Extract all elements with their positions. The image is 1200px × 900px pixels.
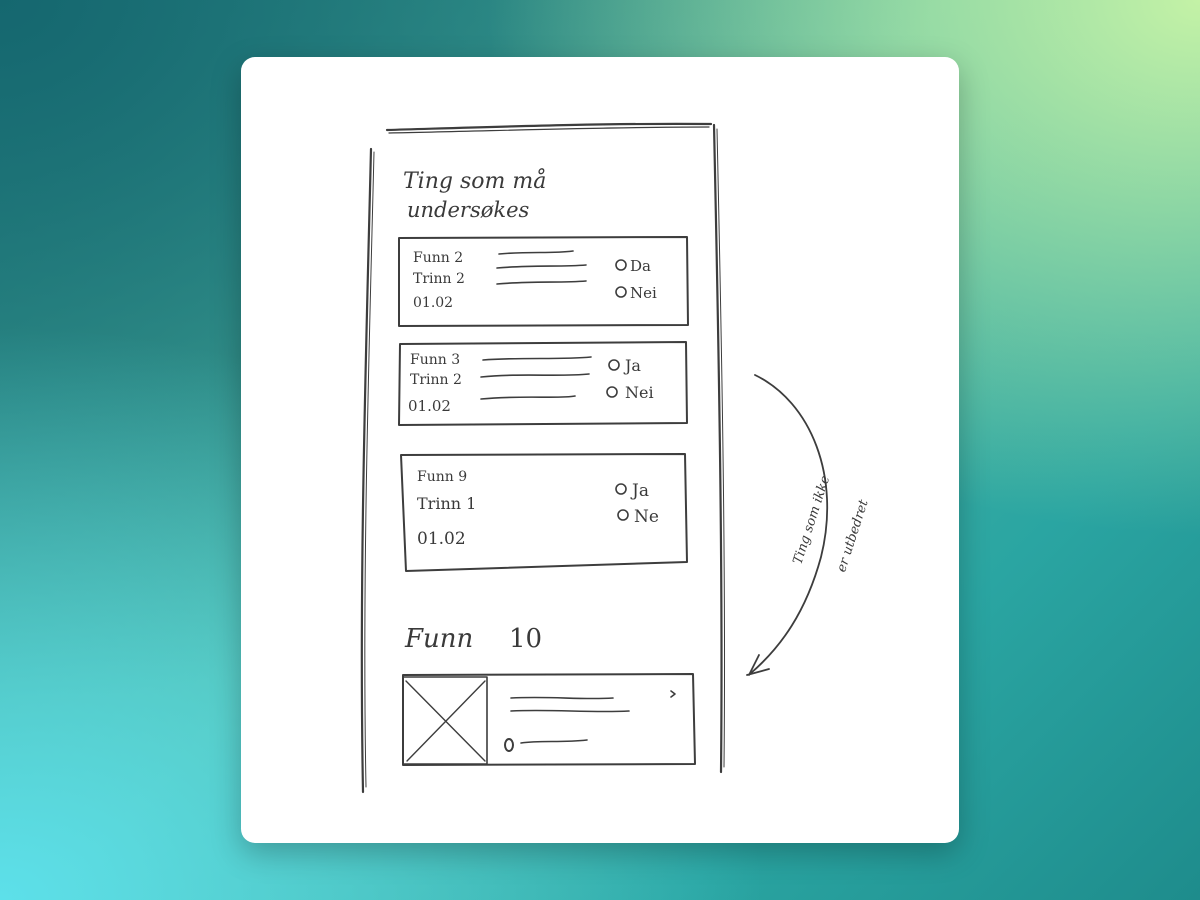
radio-yes-label: Da — [630, 257, 651, 275]
card-step: Trinn 2 — [413, 271, 465, 287]
heading-line2: undersøkes — [407, 198, 530, 222]
radio-no[interactable] — [617, 509, 629, 521]
card-date: 01.02 — [413, 295, 453, 311]
radio-yes[interactable] — [615, 259, 627, 271]
text-placeholder-lines — [496, 250, 587, 285]
wireframe-sketch: Ting som må undersøkes Funn 2 Trinn 2 01… — [360, 122, 872, 794]
radio-no-label: Nei — [630, 284, 657, 302]
text-placeholder-lines — [510, 696, 630, 744]
side-note: Ting som ikke er utbedret — [791, 474, 872, 575]
radio-yes-label: Ja — [630, 481, 649, 501]
card-title: Funn 3 — [410, 352, 460, 368]
section-count: 10 — [509, 624, 542, 654]
chevron-right-icon — [670, 690, 676, 698]
card-date: 01.02 — [417, 529, 466, 549]
radio-yes[interactable] — [608, 359, 620, 371]
side-note-line2: er utbedret — [834, 497, 872, 574]
heading-line1: Ting som må — [403, 167, 546, 194]
finding-card[interactable]: Funn 9 Trinn 1 01.02 Ja Ne — [400, 453, 688, 572]
finding-list-item[interactable] — [402, 673, 696, 766]
radio-no-label: Nei — [625, 383, 654, 402]
card-title: Funn 9 — [417, 469, 467, 485]
sketch-card: Ting som må undersøkes Funn 2 Trinn 2 01… — [241, 57, 959, 843]
radio-yes[interactable] — [615, 483, 627, 495]
text-placeholder-lines — [480, 356, 592, 400]
status-dot — [504, 738, 514, 752]
radio-no[interactable] — [606, 386, 618, 398]
card-date: 01.02 — [408, 397, 451, 415]
card-step: Trinn 2 — [410, 372, 462, 388]
radio-yes-label: Ja — [623, 356, 641, 375]
radio-no-label: Ne — [634, 507, 659, 527]
section-title: Funn — [404, 624, 473, 654]
card-step: Trinn 1 — [417, 494, 476, 513]
finding-card[interactable]: Funn 2 Trinn 2 01.02 Da Nei — [398, 236, 689, 327]
finding-card[interactable]: Funn 3 Trinn 2 01.02 Ja Nei — [398, 341, 688, 426]
card-title: Funn 2 — [413, 250, 463, 266]
radio-no[interactable] — [615, 286, 627, 298]
